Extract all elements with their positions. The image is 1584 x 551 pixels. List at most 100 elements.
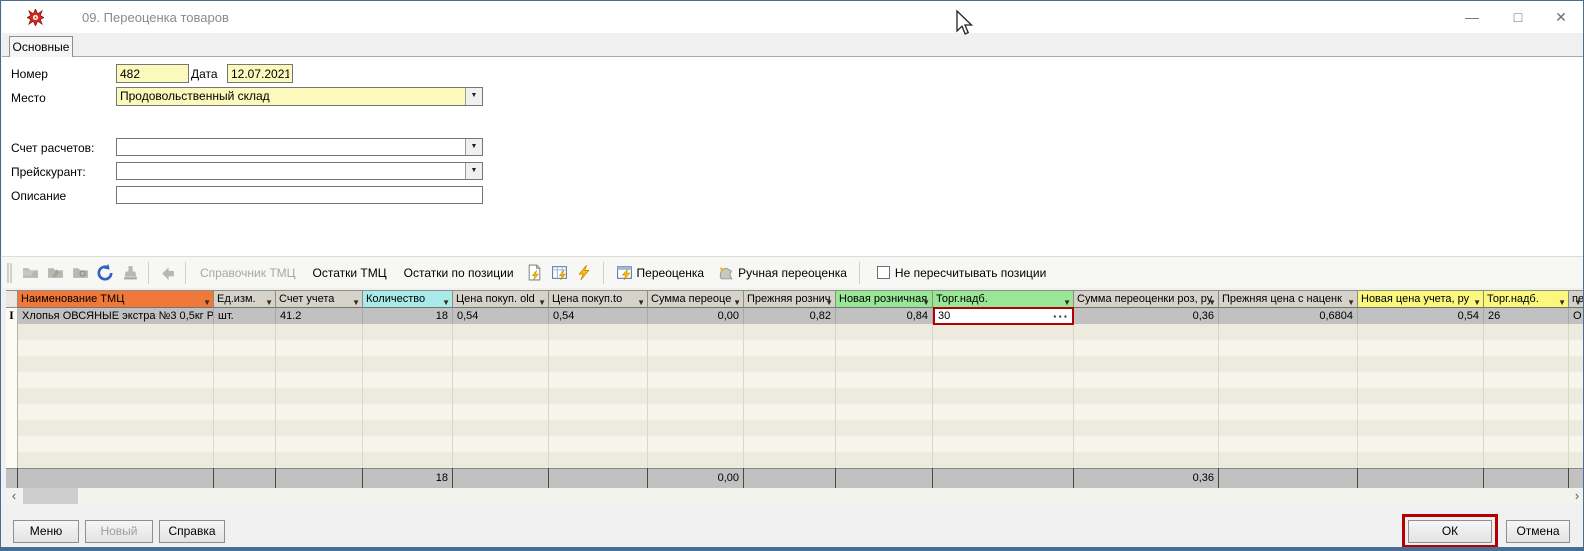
doc-lightning-icon[interactable] bbox=[524, 262, 546, 284]
table-cell[interactable]: 0,00 bbox=[648, 308, 744, 324]
filter-dropdown-icon[interactable]: ▼ bbox=[1347, 295, 1355, 308]
menu-button[interactable]: Меню bbox=[13, 520, 79, 543]
column-header[interactable]: Сумма переоце▼ bbox=[648, 290, 744, 308]
filter-dropdown-icon[interactable]: ▼ bbox=[637, 295, 645, 308]
column-header[interactable]: Ед.изм. ▼ bbox=[214, 290, 276, 308]
grid-lightning-icon[interactable] bbox=[549, 262, 571, 284]
pereocenka-button[interactable]: Переоценка bbox=[611, 262, 710, 283]
filter-dropdown-icon[interactable]: ▼ bbox=[733, 295, 741, 308]
h-scrollbar-track[interactable] bbox=[6, 488, 1584, 504]
preyskurant-combobox[interactable]: ▼ bbox=[116, 162, 483, 180]
grid-column-line bbox=[743, 324, 744, 468]
ostatki-tmc-button[interactable]: Остатки ТМЦ bbox=[306, 262, 394, 284]
totals-column-line bbox=[548, 468, 549, 488]
table-cell[interactable]: 0,54 bbox=[549, 308, 648, 324]
filter-dropdown-icon[interactable]: ▼ bbox=[203, 295, 211, 308]
column-header[interactable]: Цена покуп.to▼ bbox=[549, 290, 648, 308]
column-header[interactable]: Новая розничная▼ bbox=[836, 290, 933, 308]
column-header-label: Счет учета bbox=[279, 293, 334, 305]
table-cell[interactable]: 26 bbox=[1484, 308, 1569, 324]
minimize-button[interactable]: — bbox=[1456, 6, 1488, 28]
totals-value: 18 bbox=[363, 468, 453, 488]
table-cell[interactable]: Хлопья ОВСЯНЫЕ экстра №3 0,5кг РБ bbox=[18, 308, 214, 324]
app-star-icon bbox=[27, 9, 44, 26]
column-header-label: Количество bbox=[366, 293, 425, 305]
table-cell[interactable]: О bbox=[1569, 308, 1584, 324]
dropdown-icon[interactable]: ▼ bbox=[465, 163, 482, 179]
cancel-button[interactable]: Отмена bbox=[1506, 520, 1570, 543]
filter-dropdown-icon[interactable]: ▼ bbox=[442, 295, 450, 308]
filter-dropdown-icon[interactable]: ▼ bbox=[1558, 295, 1566, 308]
column-header-label: Ед.изм. bbox=[217, 293, 256, 305]
cell-editor-value[interactable]: 30 bbox=[938, 310, 950, 322]
column-header-label: Прежняя цена с наценк bbox=[1222, 293, 1342, 305]
lightning-icon[interactable] bbox=[574, 262, 596, 284]
opisanie-input[interactable] bbox=[116, 186, 483, 204]
filter-dropdown-icon[interactable]: ▼ bbox=[922, 295, 930, 308]
filter-dropdown-icon[interactable]: ▼ bbox=[538, 295, 546, 308]
close-button[interactable]: ✕ bbox=[1545, 6, 1577, 28]
ostatki-po-pozicii-button[interactable]: Остатки по позиции bbox=[397, 262, 521, 284]
column-header[interactable]: Наименование ТМЦ▼ bbox=[18, 290, 214, 308]
toolbar-grip[interactable] bbox=[7, 263, 12, 283]
filter-dropdown-icon[interactable]: ▼ bbox=[352, 295, 360, 308]
grid-corner bbox=[6, 290, 18, 308]
revaluation-icon bbox=[616, 264, 633, 281]
window-title: 09. Переоценка товаров bbox=[82, 10, 229, 25]
column-header[interactable]: Торг.надб.▼ bbox=[933, 290, 1074, 308]
table-cell[interactable]: 0,36 bbox=[1074, 308, 1219, 324]
dropdown-icon[interactable]: ▼ bbox=[465, 139, 482, 155]
filter-dropdown-icon[interactable]: ▼ bbox=[1208, 295, 1216, 308]
h-scrollbar-thumb[interactable] bbox=[23, 488, 78, 504]
scroll-right-button[interactable]: › bbox=[1569, 488, 1584, 504]
ruchnaya-pereocenka-button[interactable]: Ручная переоценка bbox=[712, 262, 852, 283]
column-header[interactable]: Прежняя рознич▼ bbox=[744, 290, 836, 308]
maximize-button[interactable]: □ bbox=[1502, 6, 1534, 28]
column-header[interactable]: Прежняя цена с наценк ▼ bbox=[1219, 290, 1358, 308]
ok-button[interactable]: ОК bbox=[1408, 520, 1492, 543]
grid-column-line bbox=[1568, 324, 1569, 468]
table-cell[interactable]: 0,82 bbox=[744, 308, 836, 324]
empty-row bbox=[18, 420, 1584, 436]
send-icon bbox=[156, 262, 178, 284]
column-header-label: Новая цена учета, ру bbox=[1361, 293, 1469, 305]
totals-row bbox=[6, 468, 1584, 488]
help-button[interactable]: Справка bbox=[159, 520, 225, 543]
column-header[interactable]: Цена покуп. old▼ bbox=[453, 290, 549, 308]
column-header[interactable]: Новая цена учета, ру ▼ bbox=[1358, 290, 1484, 308]
filter-dropdown-icon[interactable]: ▼ bbox=[1574, 295, 1582, 308]
preyskurant-label: Прейскурант: bbox=[11, 165, 86, 179]
data-input[interactable] bbox=[227, 64, 293, 83]
table-cell[interactable]: 0,84 bbox=[836, 308, 933, 324]
column-header[interactable]: Торг.надб.▼ bbox=[1484, 290, 1569, 308]
column-header[interactable]: Количество ▼ bbox=[363, 290, 453, 308]
titlebar: 09. Переоценка товаров — □ ✕ bbox=[2, 1, 1583, 33]
schet-combobox[interactable]: ▼ bbox=[116, 138, 483, 156]
table-cell[interactable]: 0,54 bbox=[453, 308, 549, 324]
grid-column-line bbox=[452, 324, 453, 468]
mesto-combobox[interactable]: Продовольственный склад ▼ bbox=[116, 87, 483, 106]
scroll-left-button[interactable]: ‹ bbox=[6, 488, 22, 504]
column-header[interactable]: Счет учета ▼ bbox=[276, 290, 363, 308]
table-cell[interactable]: 41.2 bbox=[276, 308, 363, 324]
column-header[interactable]: пе▼ bbox=[1569, 290, 1584, 308]
column-header[interactable]: Сумма переоценки роз, ру▼ bbox=[1074, 290, 1219, 308]
filter-dropdown-icon[interactable]: ▼ bbox=[1473, 295, 1481, 308]
grid-column-line bbox=[1073, 324, 1074, 468]
nomer-input[interactable] bbox=[116, 64, 189, 83]
table-cell[interactable]: шт. bbox=[214, 308, 276, 324]
cell-editor-ellipsis-button[interactable]: ··· bbox=[1053, 309, 1069, 324]
dropdown-icon[interactable]: ▼ bbox=[465, 88, 482, 105]
ne-pereschityvat-checkbox[interactable] bbox=[877, 266, 890, 279]
table-cell[interactable]: 0,54 bbox=[1358, 308, 1484, 324]
table-cell[interactable]: 0,6804 bbox=[1219, 308, 1358, 324]
table-cell[interactable]: 18 bbox=[363, 308, 453, 324]
filter-dropdown-icon[interactable]: ▼ bbox=[825, 295, 833, 308]
refresh-icon[interactable] bbox=[94, 262, 116, 284]
stamp-icon bbox=[119, 262, 141, 284]
cell-editor[interactable]: 30 ··· bbox=[933, 307, 1074, 325]
totals-column-line bbox=[213, 468, 214, 488]
filter-dropdown-icon[interactable]: ▼ bbox=[265, 295, 273, 308]
grid-column-line bbox=[835, 324, 836, 468]
tab-osnovnye[interactable]: Основные bbox=[9, 36, 73, 57]
